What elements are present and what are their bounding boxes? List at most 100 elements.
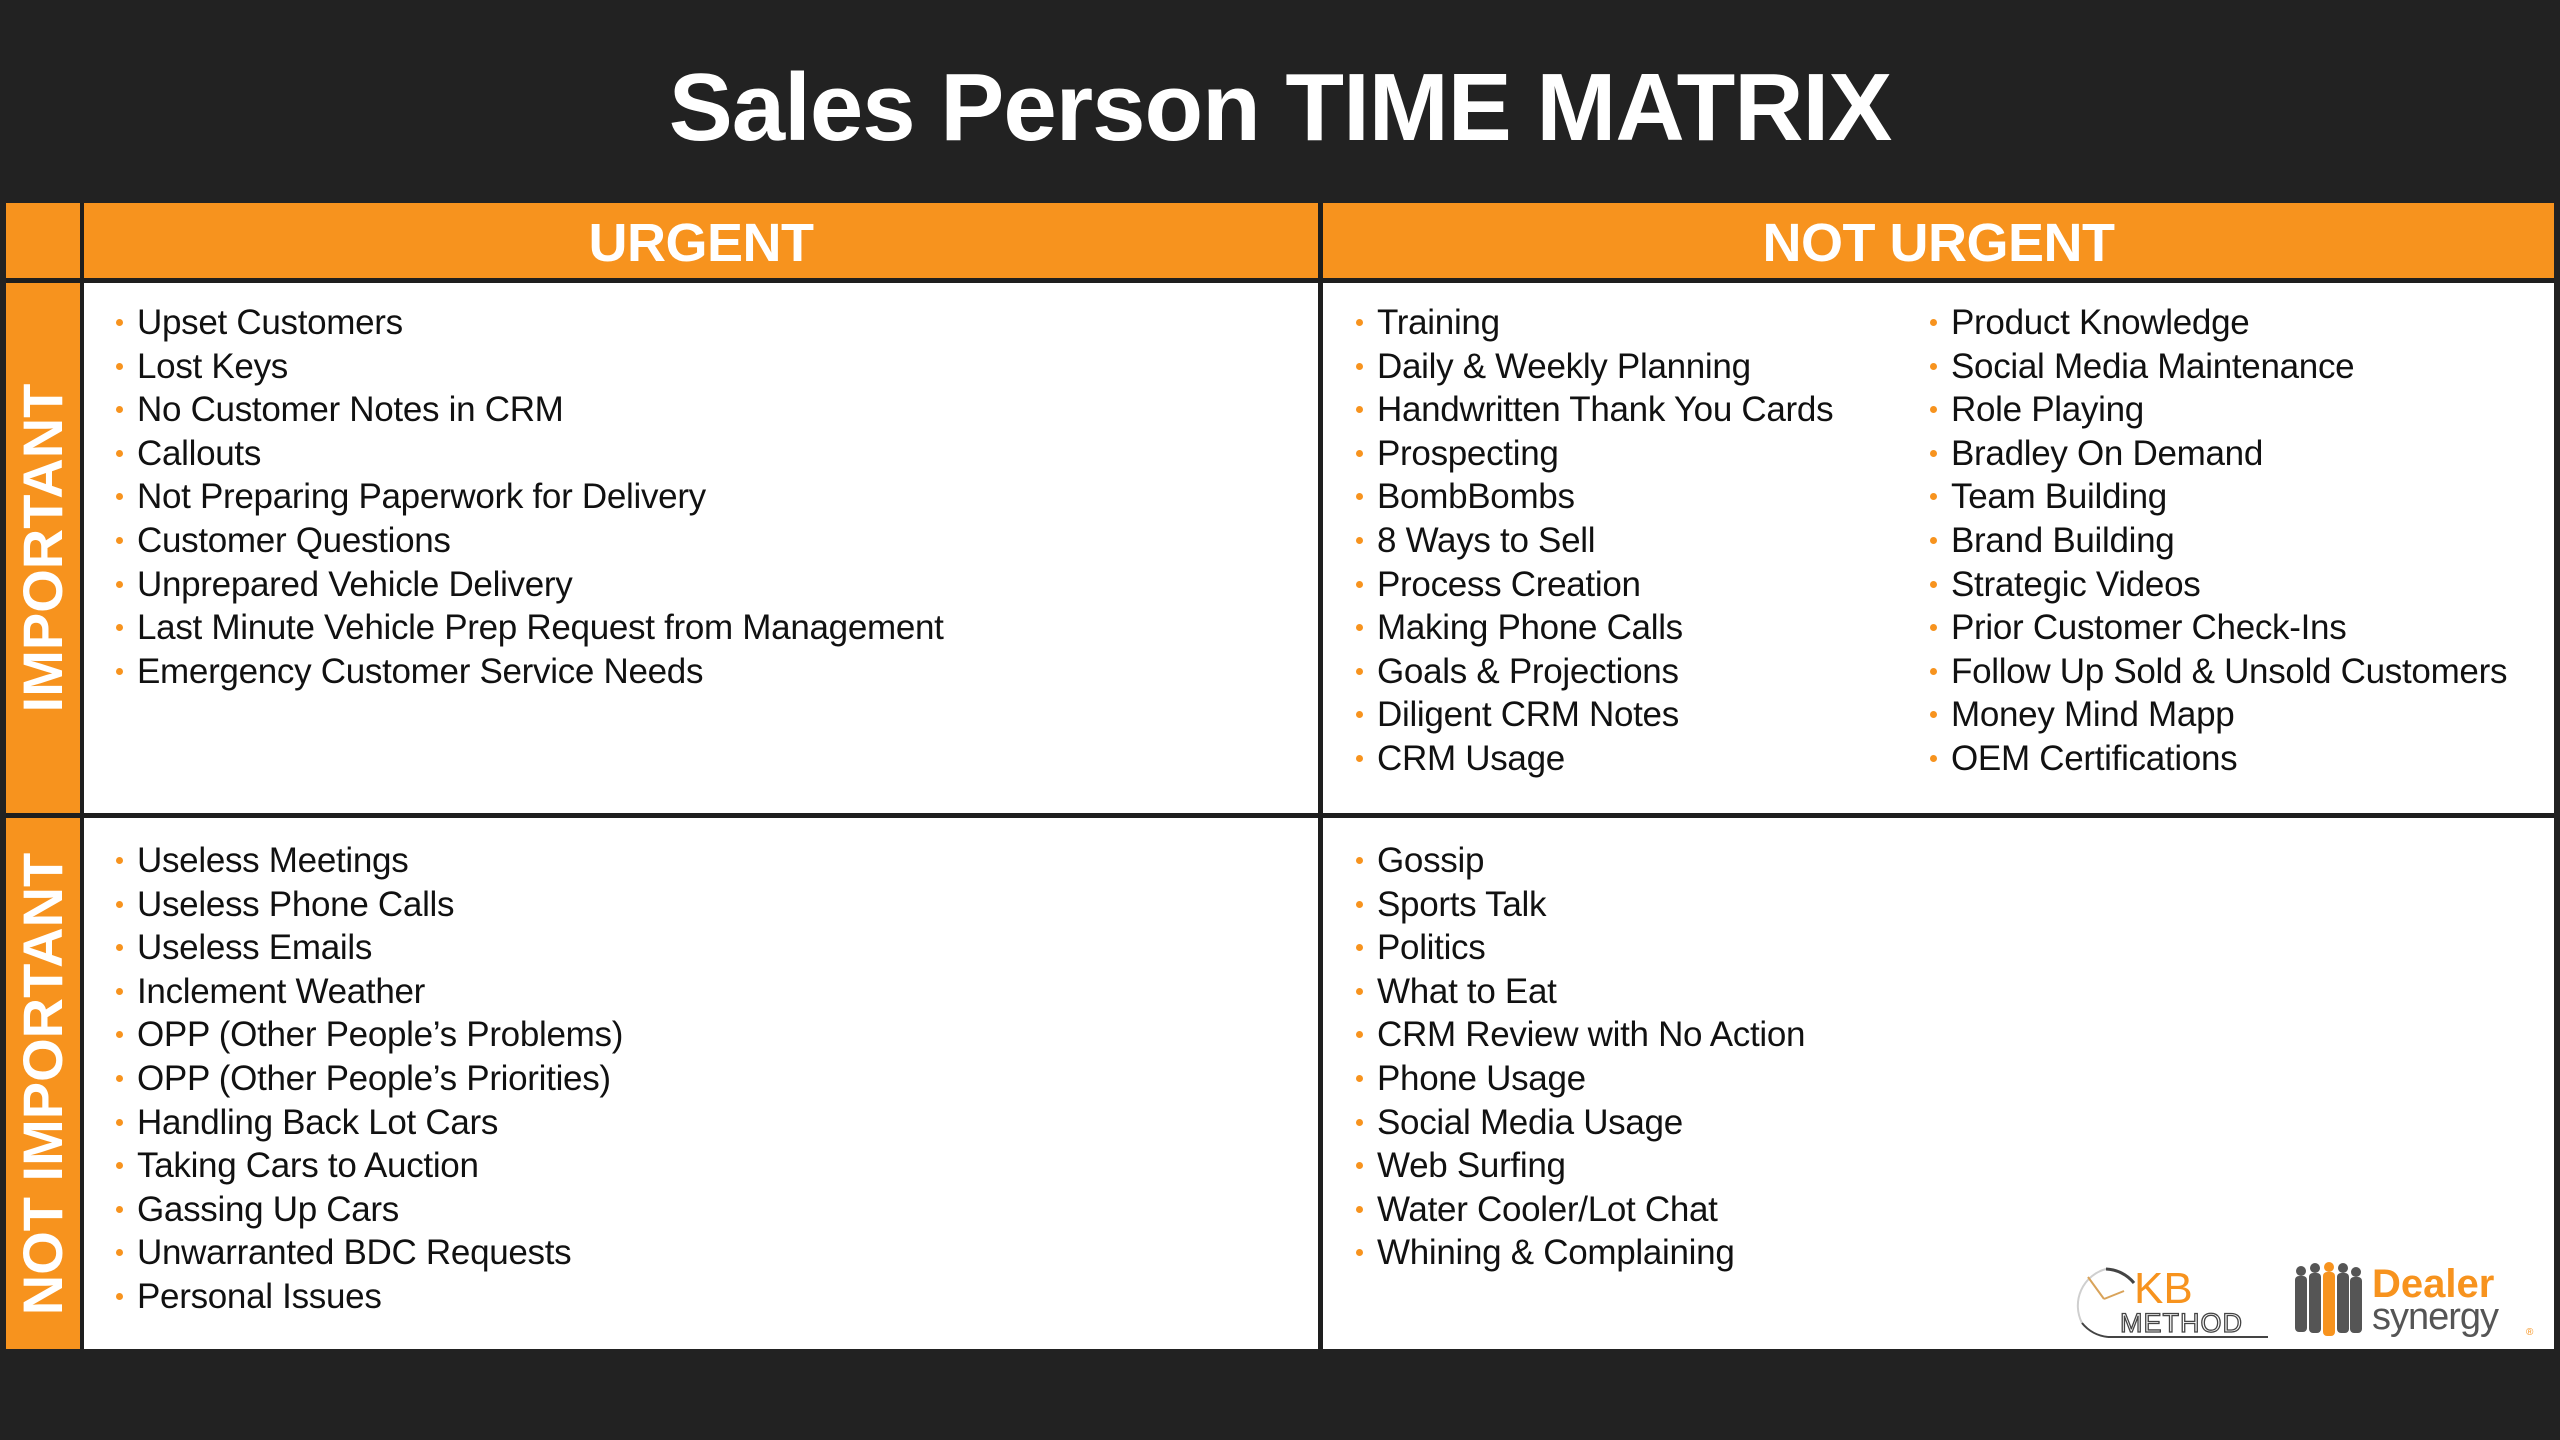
bullet-icon: [1356, 536, 1363, 544]
item-list: Upset Customers Lost Keys No Customer Note…: [116, 301, 944, 693]
bullet-icon: [1356, 406, 1363, 414]
bullet-icon: [116, 493, 123, 501]
bullet-icon: [1930, 493, 1937, 501]
bullet-icon: [1356, 711, 1363, 719]
list-item: Training: [1356, 301, 1833, 345]
bullet-icon: [116, 1249, 123, 1257]
list-item: Gassing Up Cars: [116, 1188, 623, 1232]
list-item-text: Handling Back Lot Cars: [137, 1102, 499, 1142]
list-item-text: Taking Cars to Auction: [137, 1146, 479, 1186]
list-item-text: Money Mind Mapp: [1951, 695, 2235, 735]
bullet-icon: [1356, 944, 1363, 952]
list-item: Product Knowledge: [1930, 301, 2507, 345]
bullet-icon: [116, 1205, 123, 1213]
time-matrix: URGENT NOT URGENT IMPORTANT NOT IMPORTAN…: [6, 203, 2554, 1349]
list-item: OPP (Other People’s Problems): [116, 1013, 623, 1057]
item-list: Gossip Sports Talk Politics What to Eat CRM …: [1356, 839, 1806, 1275]
list-item: 8 Ways to Sell: [1356, 519, 1833, 563]
list-item-text: Unwarranted BDC Requests: [137, 1233, 572, 1273]
bullet-icon: [116, 1031, 123, 1039]
list-item-text: Personal Issues: [137, 1276, 382, 1316]
list-item-text: Daily & Weekly Planning: [1377, 346, 1751, 386]
row-header-important: IMPORTANT: [6, 283, 80, 813]
bullet-icon: [1356, 319, 1363, 326]
list-item: Sports Talk: [1356, 883, 1805, 927]
bullet-icon: [1930, 536, 1937, 544]
list-item: Handling Back Lot Cars: [116, 1101, 623, 1145]
list-item: Process Creation: [1356, 563, 1833, 607]
quadrant-not-urgent-not-important: Gossip Sports Talk Politics What to Eat CRM …: [1323, 818, 2554, 1349]
list-item-text: Prior Customer Check-Ins: [1951, 608, 2347, 648]
list-item-text: Brand Building: [1951, 520, 2175, 560]
bullet-icon: [1356, 1205, 1363, 1213]
kb-method-logo: KB METHOD: [2076, 1264, 2268, 1339]
bullet-icon: [116, 580, 123, 588]
bullet-icon: [1356, 1118, 1363, 1126]
bullet-icon: [116, 1118, 123, 1126]
list-item-text: Bradley On Demand: [1951, 433, 2264, 473]
column-header-urgent: URGENT: [84, 203, 1318, 278]
list-item-text: Strategic Videos: [1951, 564, 2201, 604]
row-header-important-label: IMPORTANT: [11, 383, 74, 713]
item-list-column-2: Product Knowledge Social Media Maintenanc…: [1930, 301, 2507, 781]
dealer-synergy-logo: Dealer synergy ®: [2295, 1262, 2534, 1338]
list-item: Making Phone Calls: [1356, 606, 1833, 650]
bullet-icon: [1930, 449, 1937, 457]
list-item: Callouts: [116, 432, 944, 476]
list-item: CRM Review with No Action: [1356, 1013, 1806, 1057]
list-item: Bradley On Demand: [1930, 432, 2507, 476]
list-item: Follow Up Sold & Unsold Customers: [1930, 650, 2507, 694]
bullet-icon: [116, 1074, 123, 1082]
bullet-icon: [1356, 624, 1363, 632]
quadrant-urgent-not-important: Useless Meetings Useless Phone Calls Usele…: [84, 818, 1318, 1349]
bullet-icon: [1356, 1074, 1363, 1082]
bullet-icon: [116, 449, 123, 457]
bullet-icon: [116, 319, 123, 326]
bullet-icon: [116, 1292, 123, 1300]
bullet-icon: [1356, 1162, 1363, 1170]
list-item: Politics: [1356, 926, 1805, 970]
column-header-urgent-label: URGENT: [588, 213, 815, 273]
list-item-text: Useless Emails: [137, 928, 373, 968]
column-header-not-urgent-label: NOT URGENT: [1762, 213, 2116, 273]
list-item: Diligent CRM Notes: [1356, 693, 1833, 737]
bullet-icon: [1930, 711, 1937, 719]
bullet-icon: [1930, 624, 1937, 632]
list-item-text: Gassing Up Cars: [137, 1189, 399, 1229]
list-item: Not Preparing Paperwork for Delivery: [116, 475, 944, 519]
column-header-not-urgent: NOT URGENT: [1323, 203, 2554, 278]
list-item-text: Process Creation: [1377, 564, 1641, 604]
list-item-text: What to Eat: [1377, 971, 1557, 1011]
bullet-icon: [116, 624, 123, 632]
list-item: Social Media Usage: [1356, 1101, 1805, 1145]
row-header-not-important: NOT IMPORTANT: [6, 818, 80, 1349]
item-list-column-1: Training Daily & Weekly Planning Handwritt…: [1356, 301, 1834, 781]
list-item-text: BombBombs: [1377, 477, 1575, 517]
list-item: CRM Usage: [1356, 737, 1833, 781]
list-item-text: Diligent CRM Notes: [1377, 695, 1679, 735]
list-item: Last Minute Vehicle Prep Request from Ma…: [116, 606, 944, 650]
bullet-icon: [116, 667, 123, 675]
list-item-text: No Customer Notes in CRM: [137, 390, 564, 430]
bullet-icon: [1356, 900, 1363, 908]
bullet-icon: [1930, 406, 1937, 414]
bullet-icon: [1930, 362, 1937, 370]
bullet-icon: [116, 1162, 123, 1170]
list-item: Customer Questions: [116, 519, 944, 563]
list-item: Prior Customer Check-Ins: [1930, 606, 2507, 650]
list-item-text: CRM Review with No Action: [1377, 1015, 1806, 1055]
list-item: Lost Keys: [116, 345, 944, 389]
list-item-text: Emergency Customer Service Needs: [137, 651, 704, 691]
list-item: Useless Phone Calls: [116, 883, 623, 927]
list-item: Brand Building: [1930, 519, 2507, 563]
bullet-icon: [1930, 580, 1937, 588]
bullet-icon: [1930, 319, 1937, 326]
list-item-text: Useless Phone Calls: [137, 884, 455, 924]
bullet-icon: [1356, 987, 1363, 995]
item-list: Useless Meetings Useless Phone Calls Usele…: [116, 839, 623, 1319]
bullet-icon: [116, 987, 123, 995]
list-item-text: Sports Talk: [1377, 884, 1547, 924]
list-item-text: OPP (Other People’s Priorities): [137, 1058, 611, 1098]
list-item-text: Gossip: [1377, 841, 1485, 880]
list-item: Gossip: [1356, 839, 1805, 883]
